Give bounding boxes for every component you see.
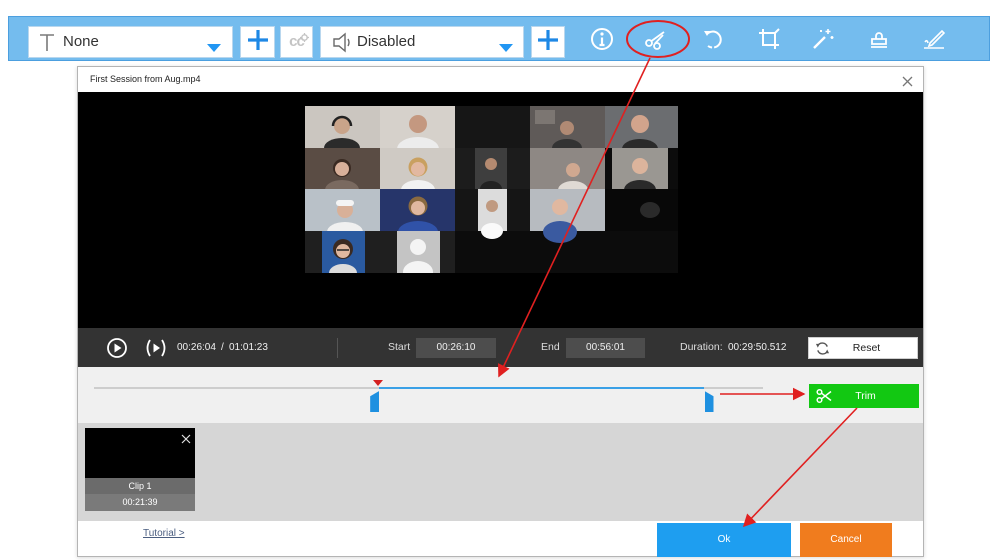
duration-value: 00:29:50.512 bbox=[728, 342, 787, 353]
clip-duration: 00:21:39 bbox=[85, 494, 195, 511]
trim-selection bbox=[379, 387, 705, 389]
close-icon[interactable] bbox=[181, 431, 191, 449]
speaker-icon bbox=[332, 32, 354, 58]
clip-thumbnail[interactable]: Clip 1 00:21:39 bbox=[85, 428, 195, 511]
trim-timeline: Trim bbox=[78, 367, 923, 423]
clip-label: Clip 1 bbox=[85, 478, 195, 494]
reset-button[interactable]: Reset bbox=[808, 337, 918, 359]
plus-icon bbox=[536, 28, 560, 57]
divider bbox=[337, 338, 338, 358]
video-frame bbox=[305, 106, 678, 273]
dialog-footer: Tutorial > Ok Cancel bbox=[78, 521, 923, 557]
plus-icon bbox=[246, 28, 270, 57]
clip-preview bbox=[85, 428, 195, 478]
stamp-icon[interactable] bbox=[865, 25, 893, 53]
video-preview bbox=[78, 92, 923, 328]
participant-tile bbox=[605, 189, 678, 231]
text-t-icon bbox=[39, 33, 55, 57]
scissors-icon[interactable] bbox=[642, 25, 670, 53]
signature-icon[interactable] bbox=[920, 25, 948, 53]
start-label: Start bbox=[388, 341, 411, 353]
participant-tile bbox=[478, 189, 507, 239]
rotate-icon[interactable] bbox=[699, 25, 727, 53]
clip-list: Clip 1 00:21:39 bbox=[78, 423, 923, 521]
subtitle-cc-button[interactable]: cc bbox=[280, 26, 313, 58]
refresh-icon bbox=[815, 341, 830, 356]
reset-label: Reset bbox=[852, 342, 881, 354]
total-time: 01:01:23 bbox=[229, 342, 268, 353]
gear-icon bbox=[300, 29, 309, 47]
audio-track-dropdown[interactable]: Disabled bbox=[320, 26, 524, 58]
chevron-down-icon[interactable] bbox=[207, 39, 221, 52]
time-separator: / bbox=[221, 342, 224, 353]
text-style-dropdown[interactable]: None bbox=[28, 26, 233, 58]
chevron-down-icon[interactable] bbox=[499, 39, 513, 52]
next-frame-button[interactable] bbox=[145, 337, 167, 364]
trim-start-handle[interactable] bbox=[370, 391, 380, 412]
audio-track-value: Disabled bbox=[357, 33, 416, 50]
tutorial-link[interactable]: Tutorial > bbox=[143, 521, 185, 546]
cancel-button[interactable]: Cancel bbox=[800, 523, 892, 557]
magic-wand-icon[interactable] bbox=[809, 25, 837, 53]
add-audio-button[interactable] bbox=[531, 26, 565, 58]
info-icon[interactable] bbox=[588, 25, 616, 53]
end-label: End bbox=[541, 341, 560, 353]
current-time: 00:26:04 bbox=[177, 342, 216, 353]
trim-dialog: First Session from Aug.mp4 00:26:04 / 01… bbox=[77, 66, 924, 557]
trim-button[interactable]: Trim bbox=[809, 384, 919, 408]
participant-tile-placeholder bbox=[397, 231, 440, 273]
dialog-title: First Session from Aug.mp4 bbox=[90, 74, 201, 84]
start-time-field[interactable]: 00:26:10 bbox=[416, 338, 496, 358]
trim-label: Trim bbox=[855, 390, 876, 402]
add-text-button[interactable] bbox=[240, 26, 275, 58]
trim-end-handle[interactable] bbox=[704, 391, 714, 412]
close-icon[interactable] bbox=[902, 74, 913, 92]
end-time-field[interactable]: 00:56:01 bbox=[566, 338, 645, 358]
dialog-titlebar: First Session from Aug.mp4 bbox=[78, 67, 923, 92]
text-style-value: None bbox=[63, 33, 99, 50]
play-button[interactable] bbox=[106, 337, 128, 364]
playhead-marker[interactable] bbox=[373, 380, 384, 386]
participant-tile bbox=[322, 231, 365, 273]
player-controls: 00:26:04 / 01:01:23 Start 00:26:10 End 0… bbox=[78, 328, 923, 367]
ok-button[interactable]: Ok bbox=[657, 523, 791, 557]
editor-toolbar: None cc Disabled bbox=[8, 16, 990, 61]
crop-icon[interactable] bbox=[755, 25, 783, 53]
scissors-icon bbox=[816, 388, 832, 404]
duration-label: Duration: bbox=[680, 341, 723, 353]
